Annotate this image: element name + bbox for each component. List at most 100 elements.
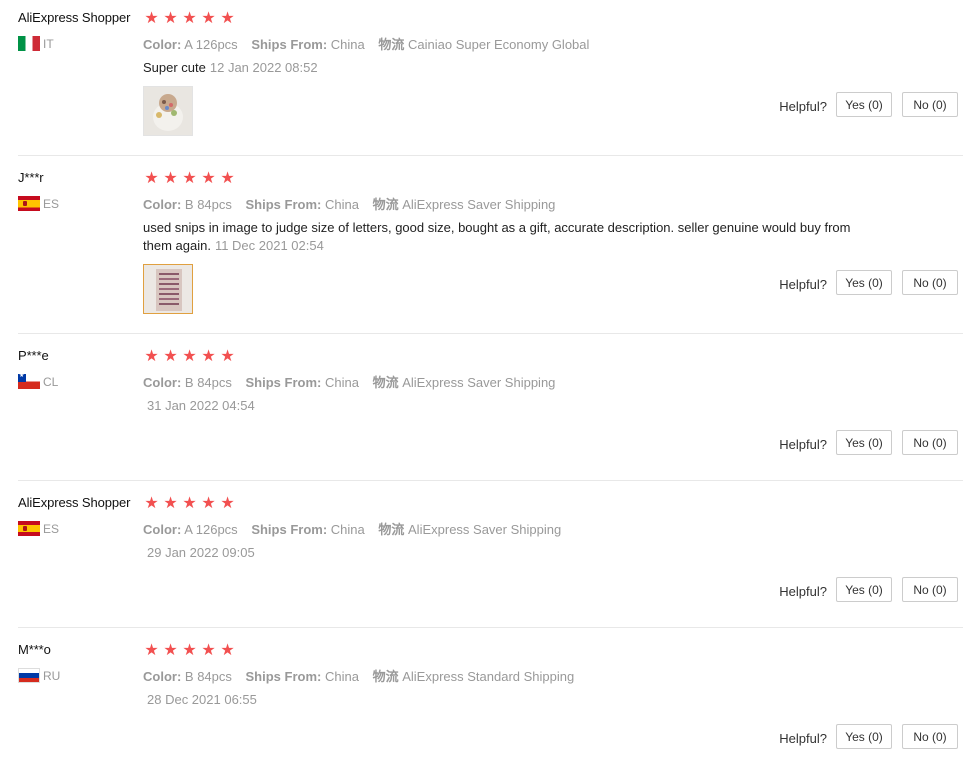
- review-date: 11 Dec 2021 02:54: [214, 238, 324, 253]
- review-photo-thumbnail[interactable]: [143, 264, 193, 314]
- logistics-value: AliExpress Saver Shipping: [408, 522, 562, 537]
- flag-spain-icon: [18, 196, 40, 211]
- star-icon: ★: [201, 168, 216, 187]
- flag-chile-icon: [18, 374, 40, 389]
- reviewer-name: M***o: [18, 642, 51, 657]
- helpful-yes-button[interactable]: Yes (0): [836, 724, 892, 749]
- color-value: B 84pcs: [184, 669, 232, 684]
- helpful-no-button[interactable]: No (0): [902, 577, 958, 602]
- helpful-label: Helpful?: [779, 584, 827, 599]
- logistics-label: 物流: [378, 37, 405, 52]
- review-item: P***e CL ★ ★ ★ ★ ★ Color: B 84pcs Ships …: [0, 338, 963, 481]
- color-value: B 84pcs: [184, 375, 232, 390]
- star-icon: ★: [201, 493, 216, 512]
- flag-russia-icon: [18, 668, 40, 683]
- ships-from-value: China: [330, 37, 365, 52]
- order-attributes: Color: B 84pcs Ships From: China 物流 AliE…: [143, 372, 565, 391]
- star-rating: ★ ★ ★ ★ ★: [143, 169, 236, 187]
- helpful-no-button[interactable]: No (0): [902, 270, 958, 295]
- review-content: used snips in image to judge size of let…: [143, 219, 858, 255]
- helpful-vote: Helpful? Yes (0) No (0): [779, 92, 958, 117]
- review-photo-thumbnail[interactable]: [143, 86, 193, 136]
- logistics-label: 物流: [378, 522, 405, 537]
- reviewer-name: J***r: [18, 170, 44, 185]
- star-icon: ★: [182, 168, 197, 187]
- star-icon: ★: [182, 493, 197, 512]
- flag-italy-icon: [18, 36, 40, 51]
- review-content: 31 Jan 2022 04:54: [143, 397, 863, 415]
- order-attributes: Color: A 126pcs Ships From: China 物流 Ali…: [143, 519, 571, 538]
- ships-from-label: Ships From:: [245, 197, 322, 212]
- color-value: A 126pcs: [184, 522, 238, 537]
- star-icon: ★: [144, 346, 159, 365]
- helpful-label: Helpful?: [779, 731, 827, 746]
- country-code: CL: [43, 374, 59, 389]
- reviewer-country: CL: [18, 374, 58, 389]
- helpful-no-button[interactable]: No (0): [902, 430, 958, 455]
- color-label: Color:: [143, 522, 182, 537]
- star-icon: ★: [163, 640, 178, 659]
- review-date: 29 Jan 2022 09:05: [147, 545, 255, 560]
- reviewer-name: AliExpress Shopper: [18, 495, 131, 510]
- review-text: Super cute: [143, 60, 206, 75]
- review-item: M***o RU ★ ★ ★ ★ ★ Color: B 84pcs Ships …: [0, 632, 963, 774]
- reviewer-name: P***e: [18, 348, 49, 363]
- logistics-label: 物流: [372, 669, 399, 684]
- order-attributes: Color: A 126pcs Ships From: China 物流 Cai…: [143, 34, 599, 53]
- logistics-label: 物流: [372, 375, 399, 390]
- star-rating: ★ ★ ★ ★ ★: [143, 641, 236, 659]
- color-value: A 126pcs: [184, 37, 238, 52]
- country-code: ES: [43, 521, 60, 536]
- logistics-label: 物流: [372, 197, 399, 212]
- helpful-no-button[interactable]: No (0): [902, 724, 958, 749]
- logistics-value: AliExpress Saver Shipping: [402, 197, 556, 212]
- reviewer-country: RU: [18, 668, 60, 683]
- star-icon: ★: [220, 168, 235, 187]
- country-code: ES: [43, 196, 60, 211]
- helpful-yes-button[interactable]: Yes (0): [836, 430, 892, 455]
- logistics-value: AliExpress Saver Shipping: [402, 375, 556, 390]
- star-icon: ★: [182, 8, 197, 27]
- review-content: 29 Jan 2022 09:05: [143, 544, 863, 562]
- helpful-yes-button[interactable]: Yes (0): [836, 92, 892, 117]
- review-divider: [18, 333, 963, 334]
- star-icon: ★: [144, 168, 159, 187]
- color-label: Color:: [143, 197, 182, 212]
- color-label: Color:: [143, 669, 182, 684]
- country-code: IT: [43, 36, 54, 51]
- ships-from-value: China: [324, 669, 359, 684]
- star-icon: ★: [201, 8, 216, 27]
- ships-from-label: Ships From:: [245, 375, 322, 390]
- helpful-no-button[interactable]: No (0): [902, 92, 958, 117]
- star-rating: ★ ★ ★ ★ ★: [143, 494, 236, 512]
- helpful-yes-button[interactable]: Yes (0): [836, 577, 892, 602]
- star-icon: ★: [163, 346, 178, 365]
- star-icon: ★: [220, 346, 235, 365]
- review-divider: [18, 627, 963, 628]
- review-item: AliExpress Shopper ES ★ ★ ★ ★ ★ Color: A…: [0, 485, 963, 628]
- review-item: J***r ES ★ ★ ★ ★ ★ Color: B 84pcs Ships …: [0, 160, 963, 334]
- helpful-yes-button[interactable]: Yes (0): [836, 270, 892, 295]
- country-code: RU: [43, 668, 61, 683]
- star-icon: ★: [220, 493, 235, 512]
- flag-spain-icon: [18, 521, 40, 536]
- star-icon: ★: [163, 8, 178, 27]
- logistics-value: Cainiao Super Economy Global: [408, 37, 590, 52]
- reviewer-name: AliExpress Shopper: [18, 10, 131, 25]
- ships-from-value: China: [330, 522, 365, 537]
- ships-from-value: China: [324, 197, 359, 212]
- ships-from-value: China: [324, 375, 359, 390]
- photo-image: [144, 87, 192, 135]
- order-attributes: Color: B 84pcs Ships From: China 物流 AliE…: [143, 194, 565, 213]
- star-icon: ★: [201, 640, 216, 659]
- helpful-label: Helpful?: [779, 277, 827, 292]
- review-divider: [18, 480, 963, 481]
- star-icon: ★: [220, 8, 235, 27]
- star-icon: ★: [220, 640, 235, 659]
- ships-from-label: Ships From:: [245, 669, 322, 684]
- star-icon: ★: [201, 346, 216, 365]
- star-icon: ★: [144, 493, 159, 512]
- ships-from-label: Ships From:: [251, 37, 328, 52]
- review-divider: [18, 155, 963, 156]
- star-icon: ★: [163, 493, 178, 512]
